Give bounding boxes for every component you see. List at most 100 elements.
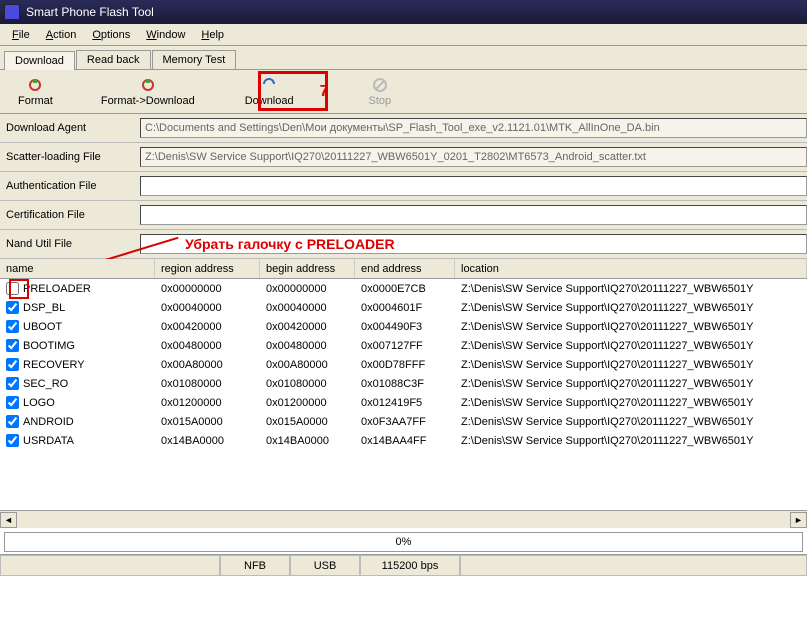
row-begin: 0x00420000: [260, 321, 355, 333]
row-end: 0x004490F3: [355, 321, 455, 333]
row-checkbox[interactable]: [6, 434, 19, 447]
nand-label: Nand Util File: [0, 238, 140, 250]
row-end: 0x007127FF: [355, 340, 455, 352]
row-name: UBOOT: [23, 321, 62, 333]
progress-text: 0%: [396, 536, 412, 548]
row-location: Z:\Denis\SW Service Support\IQ270\201112…: [455, 283, 807, 295]
row-checkbox[interactable]: [6, 377, 19, 390]
th-name[interactable]: name: [0, 259, 155, 278]
menubar: File Action Options Window Help: [0, 24, 807, 46]
row-checkbox[interactable]: [6, 301, 19, 314]
menu-file[interactable]: File: [4, 27, 38, 43]
row-location: Z:\Denis\SW Service Support\IQ270\201112…: [455, 321, 807, 333]
format-download-button[interactable]: Format->Download: [91, 73, 205, 111]
tab-download[interactable]: Download: [4, 51, 75, 70]
row-region: 0x00420000: [155, 321, 260, 333]
cert-input[interactable]: [140, 205, 807, 225]
auth-label: Authentication File: [0, 180, 140, 192]
download-agent-label: Download Agent: [0, 122, 140, 134]
row-begin: 0x00A80000: [260, 359, 355, 371]
row-checkbox[interactable]: [6, 358, 19, 371]
scrollbar-horizontal[interactable]: ◄ ►: [0, 510, 807, 528]
row-region: 0x01200000: [155, 397, 260, 409]
status-usb: USB: [290, 555, 360, 576]
row-name: LOGO: [23, 397, 55, 409]
row-name: SEC_RO: [23, 378, 68, 390]
table-empty-space: [0, 450, 807, 510]
row-region: 0x14BA0000: [155, 435, 260, 447]
toolbar: Format Format->Download Download 7 Stop: [0, 70, 807, 114]
row-checkbox[interactable]: [6, 339, 19, 352]
download-agent-row: Download Agent: [0, 114, 807, 143]
row-begin: 0x015A0000: [260, 416, 355, 428]
format-button[interactable]: Format: [8, 73, 63, 111]
table-body: PRELOADER0x000000000x000000000x0000E7CBZ…: [0, 279, 807, 450]
scroll-left-icon[interactable]: ◄: [0, 512, 17, 528]
menu-window[interactable]: Window: [138, 27, 193, 43]
table-row[interactable]: PRELOADER0x000000000x000000000x0000E7CBZ…: [0, 279, 807, 298]
partition-table: name region address begin address end ad…: [0, 259, 807, 450]
row-end: 0x14BAA4FF: [355, 435, 455, 447]
format-download-icon: [140, 77, 156, 93]
row-begin: 0x01080000: [260, 378, 355, 390]
tab-memtest[interactable]: Memory Test: [152, 50, 237, 69]
row-end: 0x0F3AA7FF: [355, 416, 455, 428]
scroll-right-icon[interactable]: ►: [790, 512, 807, 528]
row-name: PRELOADER: [23, 283, 91, 295]
auth-input[interactable]: [140, 176, 807, 196]
menu-action[interactable]: Action: [38, 27, 85, 43]
table-row[interactable]: ANDROID0x015A00000x015A00000x0F3AA7FFZ:\…: [0, 412, 807, 431]
th-location[interactable]: location: [455, 259, 807, 278]
scatter-row: Scatter-loading File: [0, 143, 807, 172]
row-location: Z:\Denis\SW Service Support\IQ270\201112…: [455, 397, 807, 409]
row-region: 0x00000000: [155, 283, 260, 295]
menu-options[interactable]: Options: [84, 27, 138, 43]
format-icon: [27, 77, 43, 93]
download-agent-input[interactable]: [140, 118, 807, 138]
row-begin: 0x00000000: [260, 283, 355, 295]
th-region[interactable]: region address: [155, 259, 260, 278]
row-checkbox[interactable]: [6, 415, 19, 428]
table-row[interactable]: USRDATA0x14BA00000x14BA00000x14BAA4FFZ:\…: [0, 431, 807, 450]
row-checkbox[interactable]: [6, 282, 19, 295]
table-row[interactable]: SEC_RO0x010800000x010800000x01088C3FZ:\D…: [0, 374, 807, 393]
status-rest: [460, 555, 807, 576]
row-begin: 0x14BA0000: [260, 435, 355, 447]
row-location: Z:\Denis\SW Service Support\IQ270\201112…: [455, 416, 807, 428]
table-row[interactable]: RECOVERY0x00A800000x00A800000x00D78FFFZ:…: [0, 355, 807, 374]
row-name: RECOVERY: [23, 359, 85, 371]
file-config: Download Agent Scatter-loading File Auth…: [0, 114, 807, 259]
th-begin[interactable]: begin address: [260, 259, 355, 278]
scatter-input[interactable]: [140, 147, 807, 167]
row-end: 0x0004601F: [355, 302, 455, 314]
row-end: 0x01088C3F: [355, 378, 455, 390]
row-name: BOOTIMG: [23, 340, 75, 352]
stop-button[interactable]: Stop: [359, 73, 402, 111]
status-baud: 115200 bps: [360, 555, 460, 576]
row-name: DSP_BL: [23, 302, 65, 314]
menu-help[interactable]: Help: [193, 27, 232, 43]
download-highlight: [258, 71, 328, 111]
row-checkbox[interactable]: [6, 396, 19, 409]
table-row[interactable]: LOGO0x012000000x012000000x012419F5Z:\Den…: [0, 393, 807, 412]
row-begin: 0x00480000: [260, 340, 355, 352]
row-end: 0x0000E7CB: [355, 283, 455, 295]
table-row[interactable]: UBOOT0x004200000x004200000x004490F3Z:\De…: [0, 317, 807, 336]
status-nfb: NFB: [220, 555, 290, 576]
row-checkbox[interactable]: [6, 320, 19, 333]
tabbar: Download Read back Memory Test: [0, 46, 807, 70]
row-name: ANDROID: [23, 416, 74, 428]
scatter-label: Scatter-loading File: [0, 151, 140, 163]
row-end: 0x012419F5: [355, 397, 455, 409]
cert-label: Certification File: [0, 209, 140, 221]
row-location: Z:\Denis\SW Service Support\IQ270\201112…: [455, 340, 807, 352]
preloader-annotation: Убрать галочку с PRELOADER: [185, 236, 395, 252]
titlebar: Smart Phone Flash Tool: [0, 0, 807, 24]
table-row[interactable]: DSP_BL0x000400000x000400000x0004601FZ:\D…: [0, 298, 807, 317]
auth-row: Authentication File: [0, 172, 807, 201]
row-end: 0x00D78FFF: [355, 359, 455, 371]
th-end[interactable]: end address: [355, 259, 455, 278]
row-location: Z:\Denis\SW Service Support\IQ270\201112…: [455, 378, 807, 390]
table-row[interactable]: BOOTIMG0x004800000x004800000x007127FFZ:\…: [0, 336, 807, 355]
tab-readback[interactable]: Read back: [76, 50, 151, 69]
